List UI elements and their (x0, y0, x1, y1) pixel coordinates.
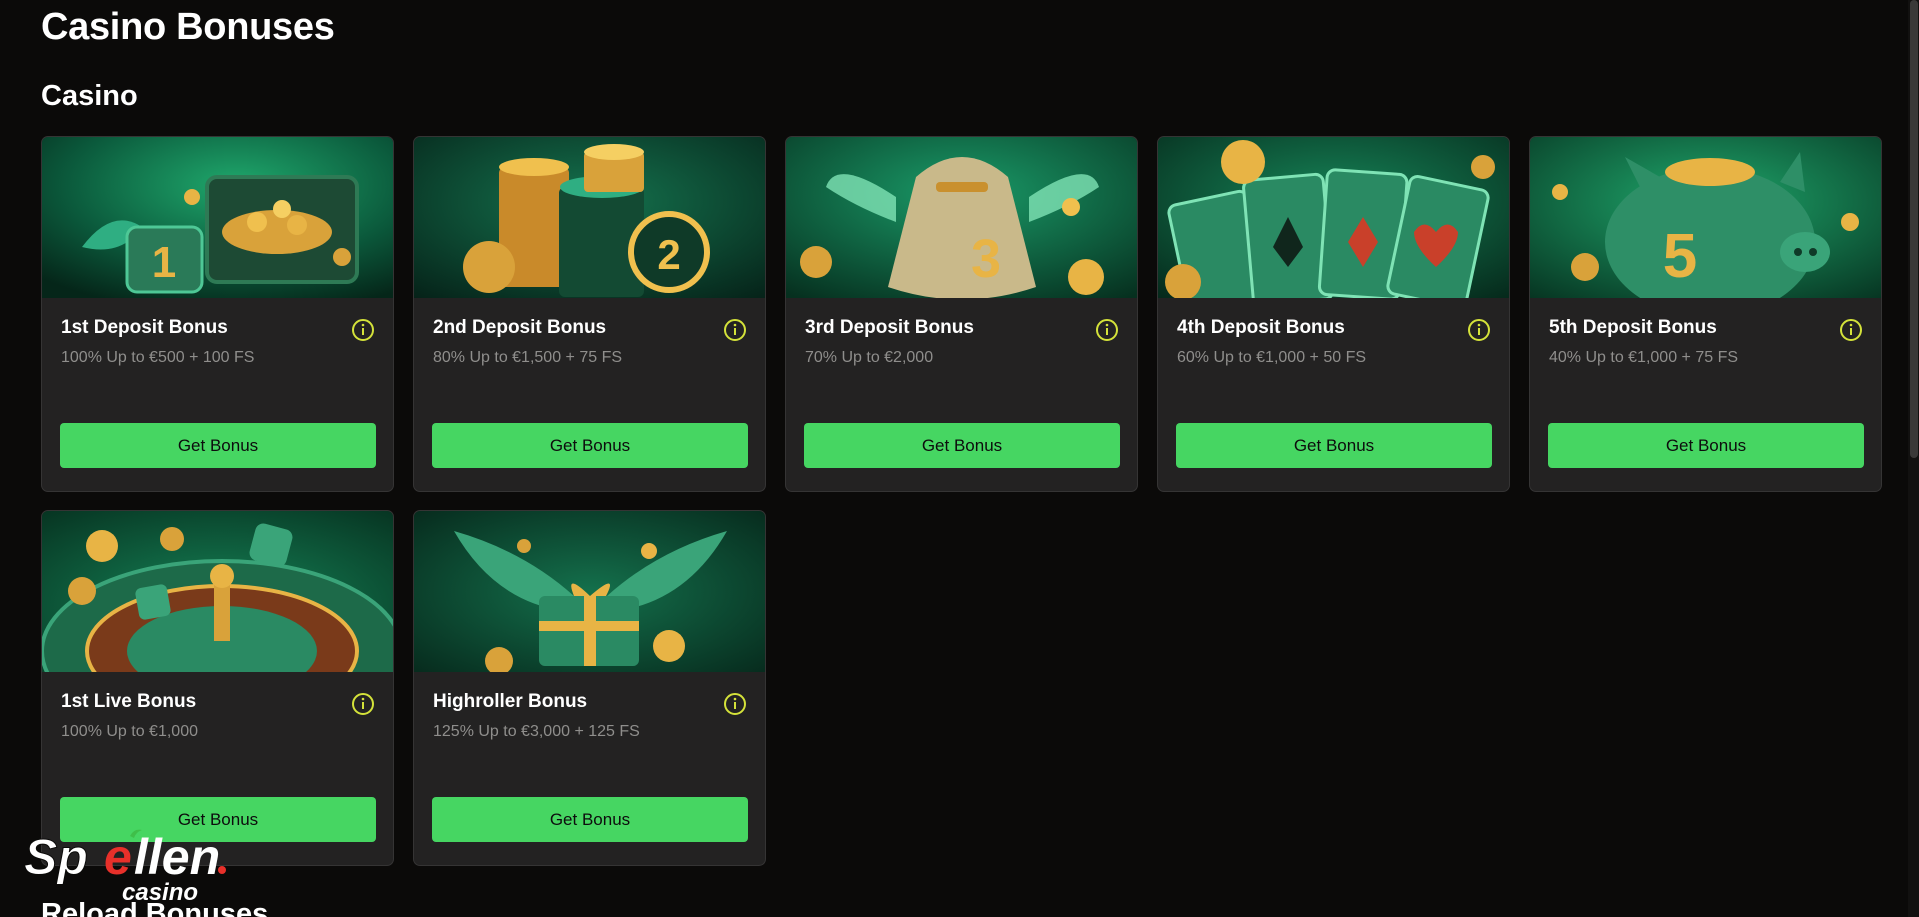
info-icon[interactable] (723, 318, 747, 342)
page-title: Casino Bonuses (41, 6, 335, 48)
svg-text:casino: casino (122, 879, 198, 906)
svg-text:e: e (104, 829, 132, 885)
bonus-name: 2nd Deposit Bonus (433, 317, 607, 338)
bonus-card: Highroller Bonus 125% Up to €3,000 + 125… (413, 510, 766, 866)
get-bonus-button[interactable]: Get Bonus (432, 797, 748, 842)
bonus-image-winged-gift (414, 511, 765, 672)
spellen-casino-logo: Sp e llen casino (24, 829, 226, 906)
bonus-image-chip-stack: 2 (414, 137, 765, 298)
svg-text:llen: llen (134, 829, 220, 885)
bonus-card: 2 2nd Deposit Bonus 80% Up to €1,500 + 7… (413, 136, 766, 492)
image-digit: 5 (1663, 222, 1697, 291)
get-bonus-button[interactable]: Get Bonus (432, 423, 748, 468)
bonus-description: 125% Up to €3,000 + 125 FS (433, 723, 640, 740)
bonus-name: 4th Deposit Bonus (1177, 317, 1345, 338)
bonus-name: Highroller Bonus (433, 691, 588, 712)
info-icon[interactable] (351, 692, 375, 716)
bonus-card: 3 3rd Deposit Bonus 70% Up to €2,000 Get… (785, 136, 1138, 492)
svg-text:Sp: Sp (24, 829, 88, 885)
bonus-name: 1st Deposit Bonus (61, 317, 228, 338)
get-bonus-button[interactable]: Get Bonus (60, 423, 376, 468)
info-icon[interactable] (1095, 318, 1119, 342)
bonus-image-treasure-chest: 1 (42, 137, 393, 298)
bonus-description: 80% Up to €1,500 + 75 FS (433, 349, 623, 366)
bonus-card: 4th Deposit Bonus 60% Up to €1,000 + 50 … (1157, 136, 1510, 492)
bonus-image-roulette-wheel (42, 511, 393, 672)
get-bonus-button[interactable]: Get Bonus (1176, 423, 1492, 468)
scrollbar[interactable] (1908, 0, 1919, 917)
scrollbar-thumb[interactable] (1910, 0, 1918, 458)
bonus-description: 100% Up to €500 + 100 FS (61, 349, 255, 366)
bonus-description: 60% Up to €1,000 + 50 FS (1177, 349, 1367, 366)
bonus-image-playing-cards (1158, 137, 1509, 298)
bonus-image-piggy-bank: 5 (1530, 137, 1881, 298)
bonus-name: 1st Live Bonus (61, 691, 197, 712)
info-icon[interactable] (1467, 318, 1491, 342)
bonus-description: 70% Up to €2,000 (805, 349, 934, 366)
image-digit: 2 (657, 231, 680, 278)
info-icon[interactable] (723, 692, 747, 716)
page: Casino Bonuses Casino 1 1st Deposit Bonu… (0, 0, 1919, 917)
image-digit: 3 (971, 229, 1001, 289)
info-icon[interactable] (1839, 318, 1863, 342)
section-title-casino: Casino (41, 80, 138, 112)
get-bonus-button[interactable]: Get Bonus (804, 423, 1120, 468)
bonus-name: 5th Deposit Bonus (1549, 317, 1717, 338)
get-bonus-button[interactable]: Get Bonus (1548, 423, 1864, 468)
bonus-description: 40% Up to €1,000 + 75 FS (1549, 349, 1739, 366)
bonus-name: 3rd Deposit Bonus (805, 317, 974, 338)
bonus-grid: 1 1st Deposit Bonus 100% Up to €500 + 10… (41, 136, 1884, 866)
info-icon[interactable] (351, 318, 375, 342)
bonus-description: 100% Up to €1,000 (61, 723, 198, 740)
bonus-card: 5 5th Deposit Bonus 40% Up to €1,000 + 7… (1529, 136, 1882, 492)
bonus-card: 1st Live Bonus 100% Up to €1,000 Get Bon… (41, 510, 394, 866)
bonus-image-money-bag: 3 (786, 137, 1137, 298)
image-digit: 1 (152, 238, 176, 287)
bonus-card: 1 1st Deposit Bonus 100% Up to €500 + 10… (41, 136, 394, 492)
